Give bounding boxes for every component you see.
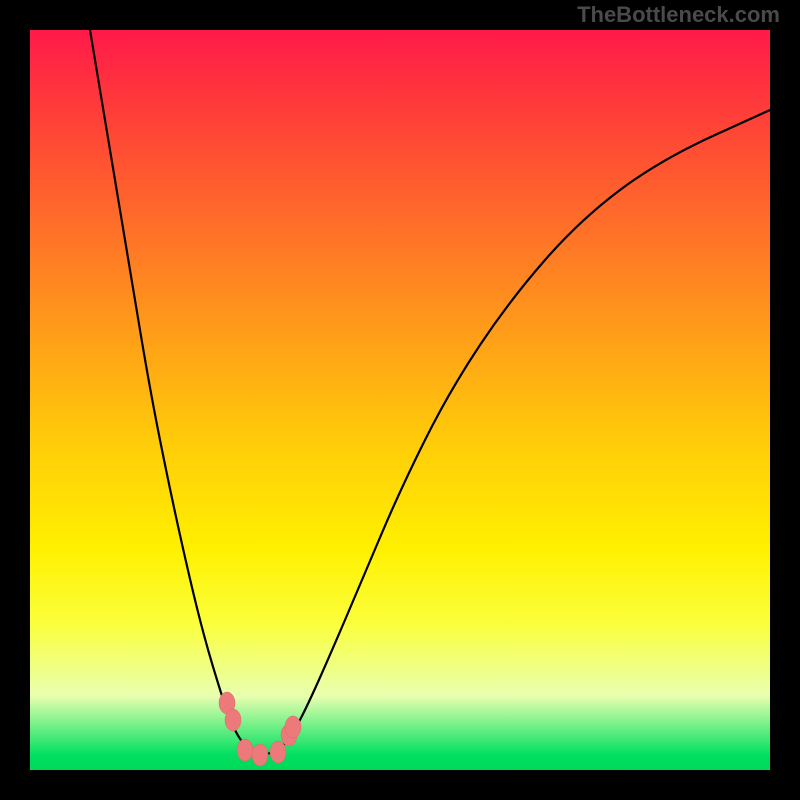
bottleneck-curve <box>90 30 770 754</box>
watermark-text: TheBottleneck.com <box>577 2 780 28</box>
data-point <box>225 709 241 731</box>
data-point <box>285 716 301 738</box>
data-point <box>237 739 253 761</box>
data-points <box>219 692 301 766</box>
data-point <box>252 744 268 766</box>
plot-area <box>30 30 770 770</box>
data-point <box>270 741 286 763</box>
curve-svg <box>30 30 770 770</box>
